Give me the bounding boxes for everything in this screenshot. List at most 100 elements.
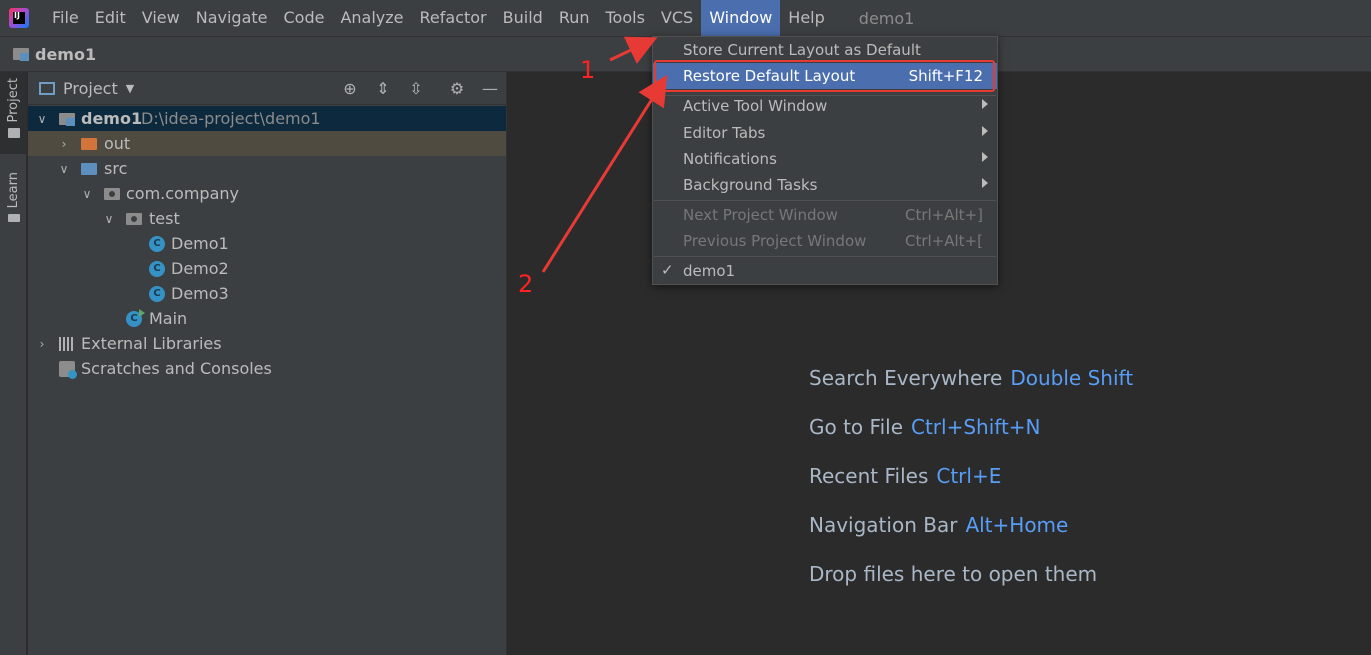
hint-shortcut: Ctrl+E [936,464,1002,488]
chevron-right-icon[interactable]: › [58,137,70,151]
breadcrumb-project[interactable]: demo1 [35,45,96,64]
gear-icon[interactable]: ⚙ [448,80,466,98]
source-folder-icon [81,163,97,175]
tool-tab-learn[interactable]: Learn [0,166,27,228]
annotation-step-1: 1 [580,56,596,84]
menu-window[interactable]: Window [701,0,781,36]
locate-target-icon[interactable]: ⊕ [341,80,359,98]
menu-item-previous-project-window[interactable]: Previous Project Window Ctrl+Alt+[ [653,228,997,254]
menu-item-label: Active Tool Window [683,97,828,115]
collapse-all-icon[interactable]: ⇳ [407,80,425,98]
submenu-arrow-icon [982,178,988,188]
scratches-icon [59,361,77,379]
hint-label: Recent Files [809,464,929,488]
tree-node-demo2[interactable]: C Demo2 [28,256,506,281]
menu-item-shortcut: Ctrl+Alt+[ [905,232,983,250]
menu-code[interactable]: Code [276,0,333,36]
submenu-arrow-icon [982,126,988,136]
tree-demo2-label: Demo2 [171,259,229,278]
menu-file[interactable]: File [44,0,87,36]
tree-node-test[interactable]: ∨ test [28,206,506,231]
hint-navigation-bar: Navigation Bar Alt+Home [809,513,1068,537]
tree-node-demo1[interactable]: C Demo1 [28,231,506,256]
chevron-down-icon[interactable]: ▼ [126,82,134,95]
tree-scratches-label: Scratches and Consoles [81,359,272,378]
tree-node-root[interactable]: ∨ demo1 D:\idea-project\demo1 [28,106,506,131]
java-class-icon: C [149,286,165,302]
window-project-name: demo1 [858,8,915,28]
chevron-down-icon[interactable]: ∨ [36,112,48,126]
tree-package-label: com.company [126,184,239,203]
tree-node-scratches[interactable]: Scratches and Consoles [28,356,506,381]
menu-view[interactable]: View [134,0,188,36]
submenu-arrow-icon [982,152,988,162]
menu-navigate[interactable]: Navigate [188,0,276,36]
tree-node-src[interactable]: ∨ src [28,156,506,181]
hint-recent-files: Recent Files Ctrl+E [809,464,1001,488]
menu-item-next-project-window[interactable]: Next Project Window Ctrl+Alt+] [653,202,997,228]
menu-run[interactable]: Run [551,0,598,36]
tree-node-package[interactable]: ∨ com.company [28,181,506,206]
hint-search-everywhere: Search Everywhere Double Shift [809,366,1133,390]
hide-panel-icon[interactable]: — [481,80,499,98]
tree-test-label: test [149,209,180,228]
menu-edit[interactable]: Edit [87,0,134,36]
menu-build[interactable]: Build [495,0,551,36]
menu-tools[interactable]: Tools [598,0,653,36]
menu-item-editor-tabs[interactable]: Editor Tabs [653,120,997,146]
menu-item-background-tasks[interactable]: Background Tasks [653,172,997,198]
hint-label: Go to File [809,415,903,439]
annotation-step-2: 2 [518,270,534,298]
project-tool-window: Project ▼ ⊕ ⇕ ⇳ ⚙ — ∨ demo1 D:\idea-proj… [28,72,507,655]
tool-tab-project[interactable]: Project [0,72,27,154]
project-view-selector[interactable]: Project [63,79,118,98]
chevron-down-icon[interactable]: ∨ [103,212,115,226]
checkmark-icon: ✓ [661,261,674,279]
menu-item-shortcut: Ctrl+Alt+] [905,206,983,224]
tree-demo1-label: Demo1 [171,234,229,253]
chevron-down-icon[interactable]: ∨ [58,162,70,176]
menu-item-active-tool-window[interactable]: Active Tool Window [653,93,997,119]
tree-node-out[interactable]: › out [28,131,506,156]
runnable-class-icon: C [126,309,145,327]
menu-item-current-project[interactable]: ✓ demo1 [653,258,997,284]
library-icon [59,337,75,351]
chevron-down-icon[interactable]: ∨ [81,187,93,201]
menu-item-label: demo1 [683,262,736,280]
annotation-highlight-box [654,60,995,92]
menu-separator [654,200,996,201]
menu-refactor[interactable]: Refactor [412,0,495,36]
hint-shortcut: Ctrl+Shift+N [911,415,1041,439]
tree-external-libraries-label: External Libraries [81,334,222,353]
menu-help[interactable]: Help [780,0,832,36]
logo-text: IJ [14,11,20,20]
hint-drop-files: Drop files here to open them [809,562,1097,586]
menu-item-label: Background Tasks [683,176,818,194]
package-icon [126,213,142,225]
main-menu-bar: IJ File Edit View Navigate Code Analyze … [0,0,1371,36]
menu-item-label: Next Project Window [683,206,838,224]
menu-item-label: Editor Tabs [683,124,766,142]
menu-analyze[interactable]: Analyze [332,0,411,36]
chevron-right-icon[interactable]: › [36,337,48,351]
expand-all-icon[interactable]: ⇕ [374,80,392,98]
tree-node-demo3[interactable]: C Demo3 [28,281,506,306]
tree-node-main[interactable]: C Main [28,306,506,331]
submenu-arrow-icon [982,99,988,109]
hint-label: Navigation Bar [809,513,958,537]
tree-out-label: out [104,134,131,153]
menu-item-label: Store Current Layout as Default [683,41,921,59]
tree-node-external-libraries[interactable]: › External Libraries [28,331,506,356]
project-view-icon [39,81,55,95]
tree-root-path: D:\idea-project\demo1 [141,109,321,128]
java-class-icon: C [149,236,165,252]
menu-item-notifications[interactable]: Notifications [653,146,997,172]
menu-vcs[interactable]: VCS [653,0,701,36]
tree-src-label: src [104,159,128,178]
folder-icon [7,128,20,139]
tool-tab-learn-label: Learn [6,172,21,209]
package-icon [104,188,120,200]
module-folder-icon [13,48,29,61]
module-folder-icon [59,113,75,126]
graduation-cap-icon [7,214,20,223]
